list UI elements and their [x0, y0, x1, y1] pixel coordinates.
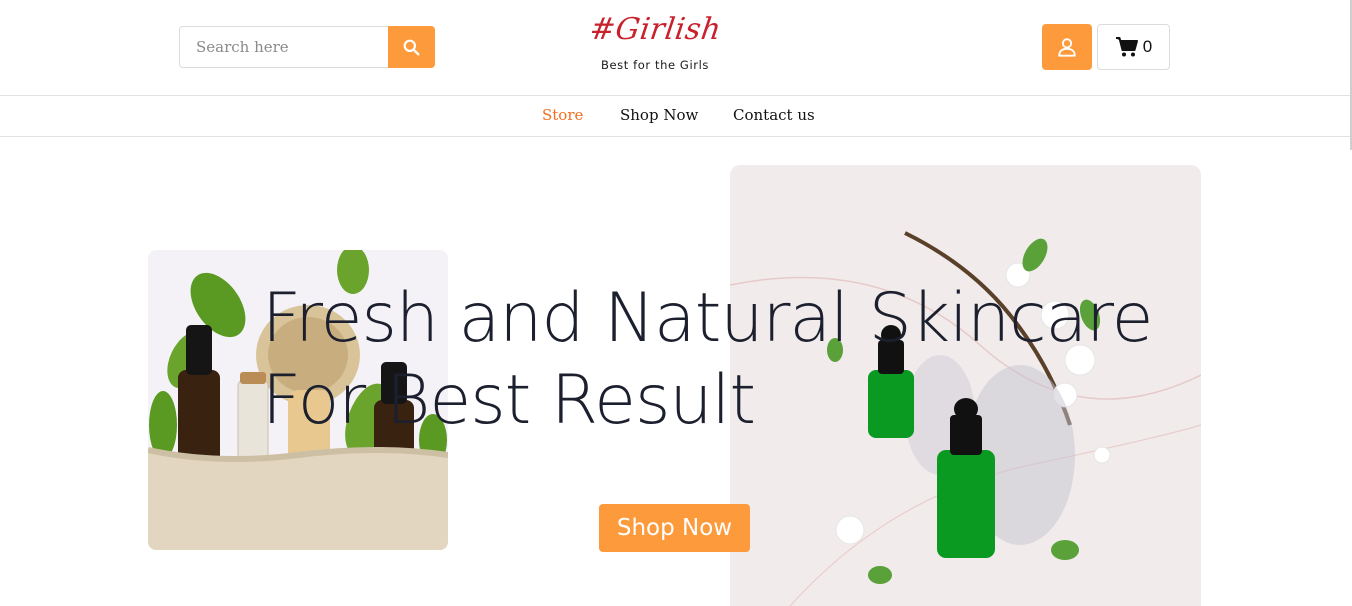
search-icon	[403, 39, 420, 55]
cart-icon	[1115, 37, 1138, 57]
hero-title: Fresh and Natural Skincare For Best Resu…	[262, 278, 1162, 442]
user-icon	[1058, 38, 1076, 57]
shop-now-button[interactable]: Shop Now	[599, 504, 750, 552]
nav-item-store[interactable]: Store	[542, 106, 583, 124]
nav-item-shop-now[interactable]: Shop Now	[620, 106, 698, 124]
hero-title-line-2: For Best Result	[262, 361, 756, 440]
main-nav: Store Shop Now Contact us	[0, 95, 1352, 137]
search-button[interactable]	[388, 26, 435, 68]
cart-button[interactable]: 0	[1097, 24, 1170, 70]
search-input[interactable]	[179, 26, 388, 68]
cart-count: 0	[1142, 37, 1153, 56]
site-logo[interactable]: #Girlish Best for the Girls	[587, 8, 724, 84]
account-button[interactable]	[1042, 24, 1092, 70]
search-bar	[179, 26, 435, 68]
logo-tagline: Best for the Girls	[601, 58, 709, 72]
hero-title-line-1: Fresh and Natural Skincare	[262, 279, 1153, 358]
logo-title: #Girlish	[587, 12, 724, 47]
nav-item-contact-us[interactable]: Contact us	[733, 106, 815, 124]
